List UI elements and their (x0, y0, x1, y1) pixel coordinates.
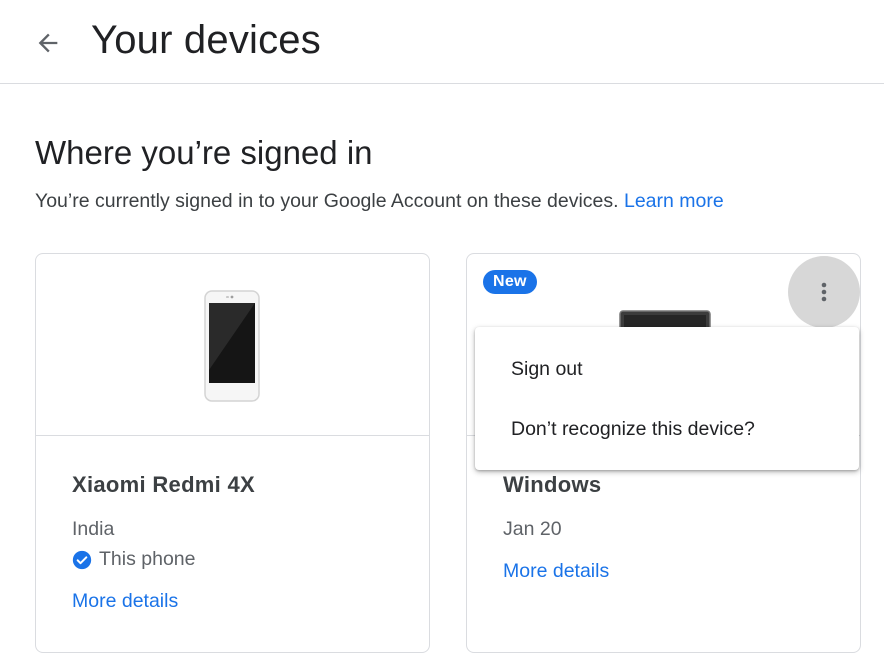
device-location: India (72, 518, 115, 540)
device-card-phone[interactable]: Xiaomi Redmi 4X India This phone More de… (35, 253, 430, 653)
description-text: You’re currently signed in to your Googl… (35, 190, 619, 212)
more-options-button[interactable] (788, 256, 860, 328)
check-circle-icon (72, 550, 92, 569)
device-image-area (36, 254, 429, 436)
sign-out-menu-item[interactable]: Sign out (475, 341, 859, 397)
top-bar: Your devices (0, 0, 884, 84)
learn-more-link[interactable]: Learn more (624, 190, 724, 212)
phone-icon (204, 290, 260, 402)
section-title: Where you’re signed in (35, 134, 373, 171)
more-details-link[interactable]: More details (503, 560, 609, 583)
page-title: Your devices (91, 18, 321, 62)
back-button[interactable] (28, 23, 68, 63)
status-text: This phone (99, 548, 196, 570)
device-name: Xiaomi Redmi 4X (72, 472, 256, 497)
new-badge: New (483, 270, 537, 294)
more-details-link[interactable]: More details (72, 590, 178, 613)
device-date: Jan 20 (503, 518, 562, 540)
device-options-menu: Sign out Don’t recognize this device? (475, 327, 859, 470)
more-vert-icon (821, 282, 827, 302)
section-description: You’re currently signed in to your Googl… (35, 190, 724, 213)
this-phone-status: This phone (72, 548, 195, 571)
dont-recognize-menu-item[interactable]: Don’t recognize this device? (475, 401, 859, 457)
arrow-back-icon (38, 33, 58, 53)
device-name: Windows (503, 472, 602, 497)
